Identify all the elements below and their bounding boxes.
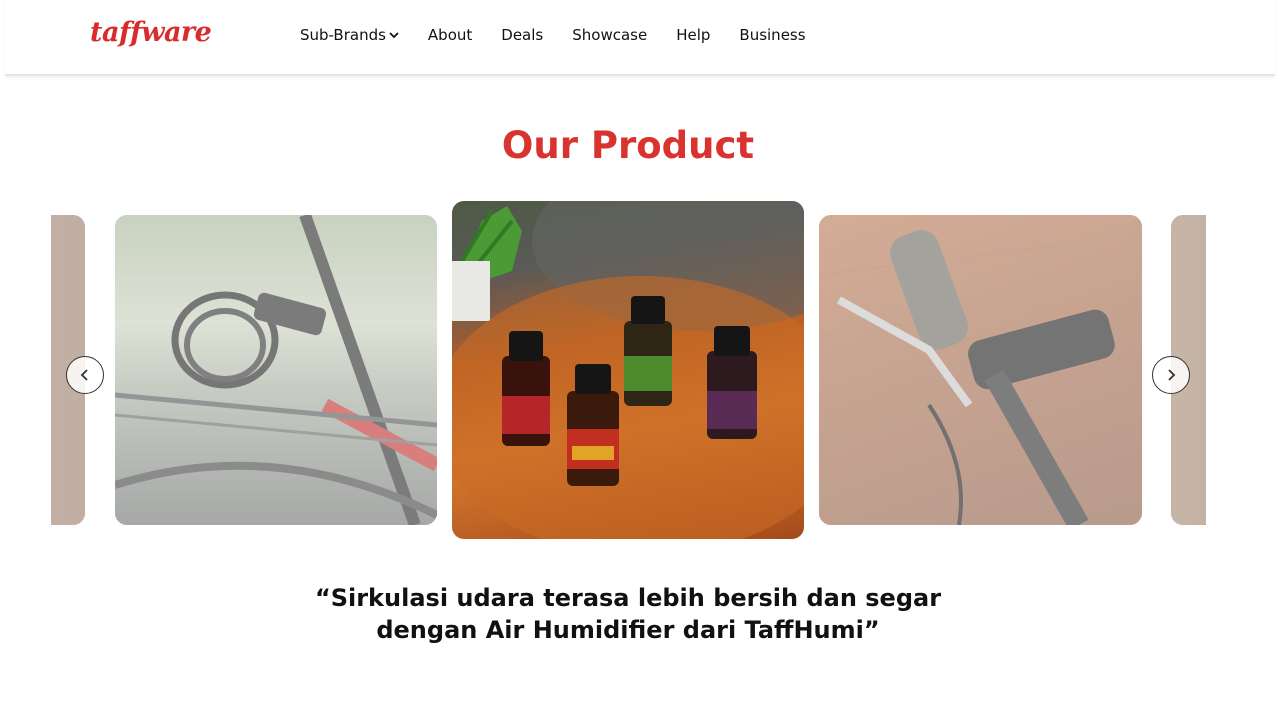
nav-about[interactable]: About bbox=[428, 26, 472, 44]
top-navbar: taffware Sub-Brands About Deals Showcase… bbox=[5, 0, 1275, 76]
main-menu: Sub-Brands About Deals Showcase Help Bus… bbox=[300, 0, 835, 70]
carousel-prev-button[interactable] bbox=[66, 356, 104, 394]
nav-showcase[interactable]: Showcase bbox=[572, 26, 647, 44]
bike-handlebar-image bbox=[819, 230, 1142, 525]
carousel-next-button[interactable] bbox=[1152, 356, 1190, 394]
carousel-slide-bike-handlebar[interactable] bbox=[819, 215, 1142, 525]
chevron-right-icon bbox=[1168, 369, 1176, 381]
nav-help[interactable]: Help bbox=[676, 26, 710, 44]
nav-deals[interactable]: Deals bbox=[501, 26, 543, 44]
taffware-logo[interactable]: taffware bbox=[90, 17, 212, 48]
carousel-slide-essential-oils[interactable] bbox=[452, 201, 804, 539]
quote-line-1: “Sirkulasi udara terasa lebih bersih dan… bbox=[314, 584, 942, 612]
bike-lock-image bbox=[115, 215, 437, 525]
carousel-slide-bike-lock[interactable] bbox=[115, 215, 437, 525]
product-carousel bbox=[51, 200, 1206, 540]
quote-line-2: dengan Air Humidifier dari TaffHumi” bbox=[376, 616, 880, 644]
chevron-left-icon bbox=[80, 369, 88, 381]
chevron-down-icon bbox=[389, 32, 399, 39]
nav-sub-brands-label: Sub-Brands bbox=[300, 26, 386, 44]
section-title: Our Product bbox=[501, 124, 755, 167]
nav-sub-brands[interactable]: Sub-Brands bbox=[300, 26, 399, 44]
nav-business[interactable]: Business bbox=[739, 26, 805, 44]
essential-oils-image bbox=[452, 201, 804, 539]
testimonial-quote: “Sirkulasi udara terasa lebih bersih dan… bbox=[0, 582, 1256, 646]
